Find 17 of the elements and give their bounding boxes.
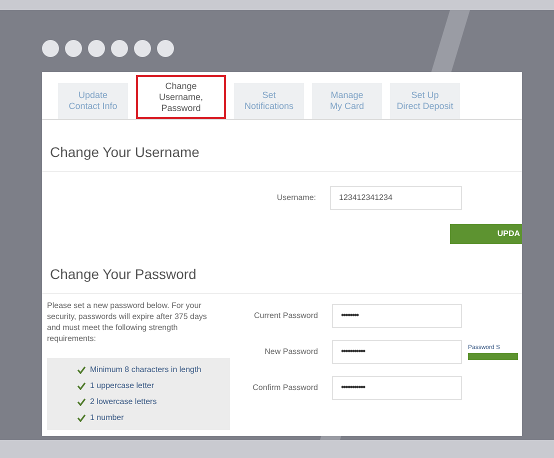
update-button[interactable]: UPDA — [450, 224, 522, 244]
password-field[interactable]: ••••••••••• — [332, 340, 462, 364]
section-heading: Change Your Username — [42, 120, 522, 172]
password-field[interactable]: •••••••• — [332, 304, 462, 328]
intro-paragraph: Please set a new password below. For your security, passwords will expire after 375 days and must meet the following strength requirements: — [47, 300, 208, 344]
requirement-text: 1 number — [90, 412, 124, 424]
field-label: Confirm Password — [252, 382, 319, 394]
requirement-text: 1 uppercase letter — [90, 380, 154, 392]
tab[interactable]: Change Username, Password — [136, 75, 226, 119]
field-label: Username: — [276, 192, 317, 204]
requirement-text: Minimum 8 characters in length — [90, 364, 202, 376]
requirement-text: 2 lowercase letters — [90, 396, 157, 408]
field-label: Current Password — [252, 310, 319, 322]
password-field[interactable]: ••••••••••• — [332, 376, 462, 400]
input-field[interactable]: 123412341234 — [330, 186, 462, 210]
field-label: New Password — [264, 346, 319, 358]
section-heading: Change Your Password — [42, 244, 522, 294]
